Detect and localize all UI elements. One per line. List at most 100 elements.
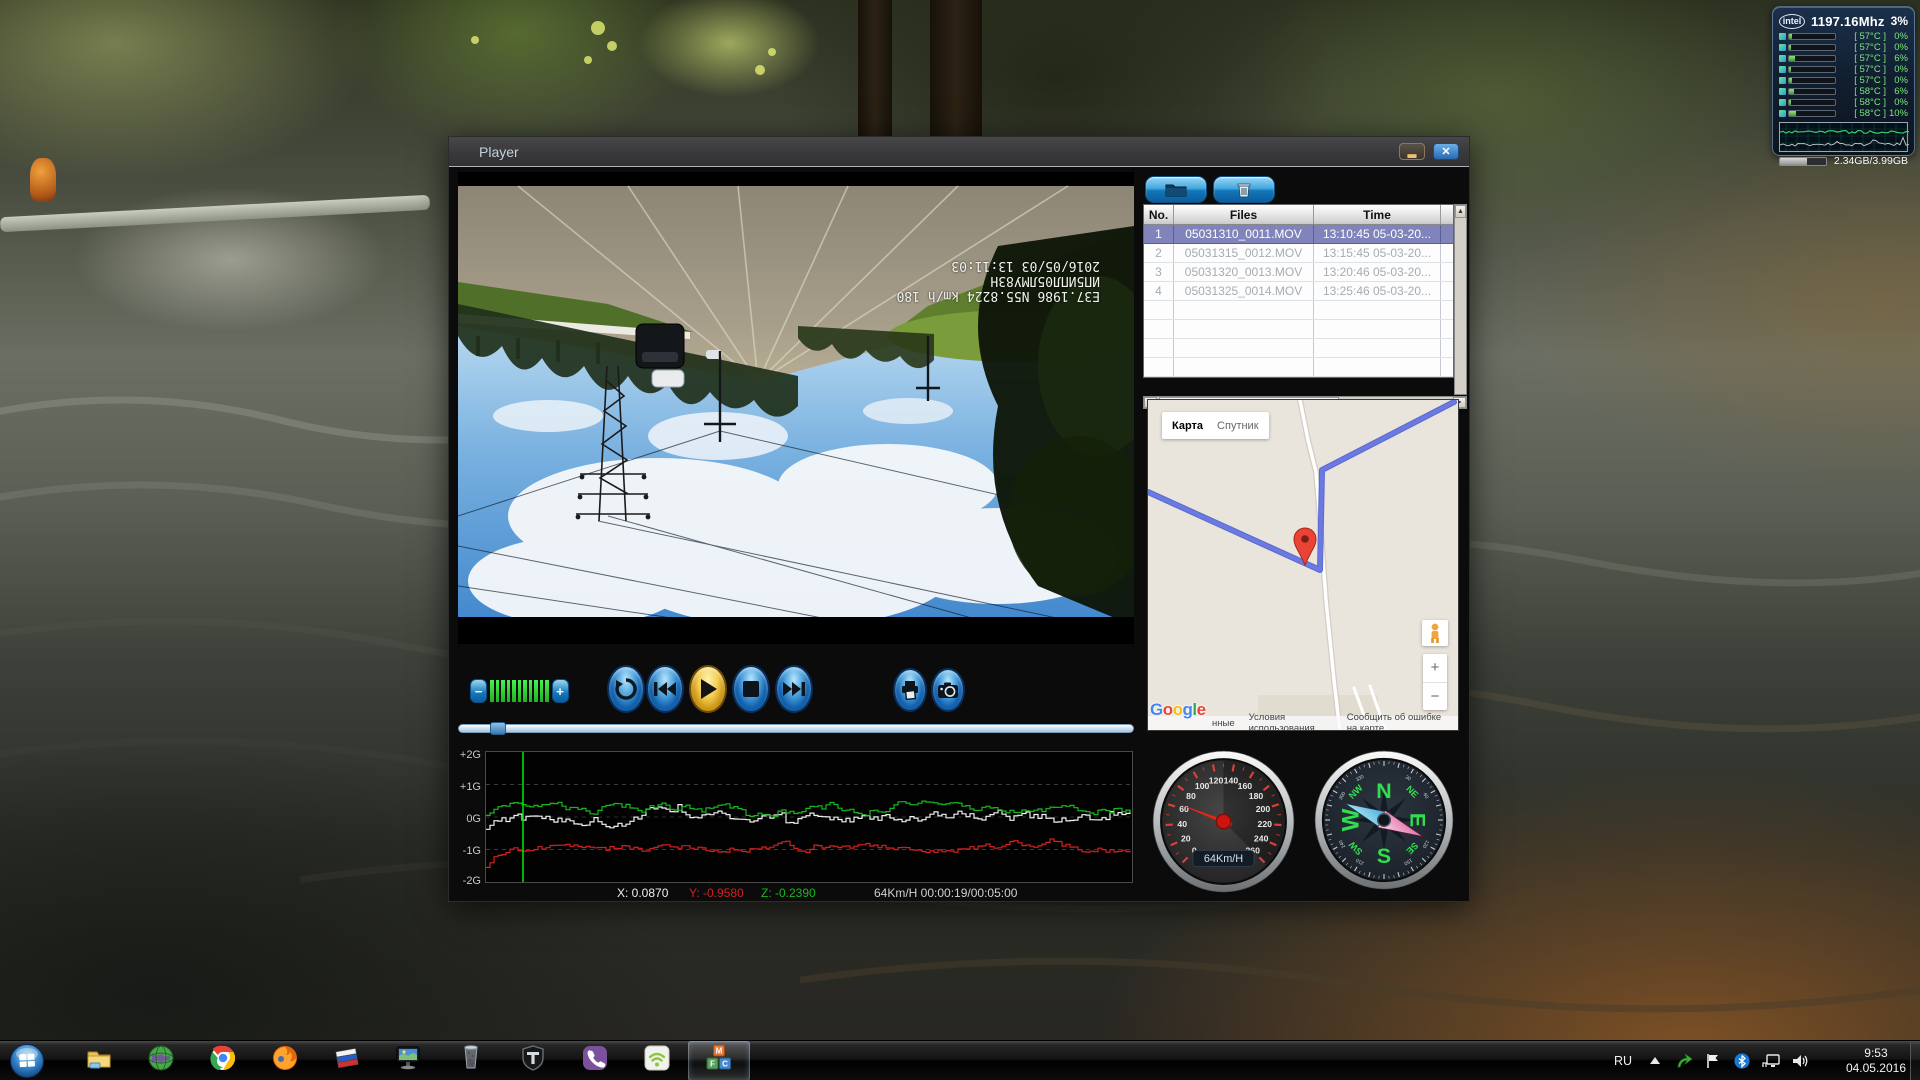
tray-network-icon[interactable]	[1761, 1051, 1781, 1071]
tray-action-flag-icon[interactable]	[1703, 1051, 1723, 1071]
seek-bar[interactable]	[458, 724, 1134, 733]
minimize-button[interactable]: ▂	[1399, 143, 1425, 160]
taskbar-app-glass[interactable]	[440, 1041, 502, 1080]
taskbar-app-display[interactable]	[378, 1041, 440, 1080]
file-row[interactable]: 3 05031320_0013.MOV 13:20:46 05-03-20...	[1144, 263, 1453, 282]
core-indicator-icon	[1779, 66, 1786, 73]
taskbar-app-wifi[interactable]	[626, 1041, 688, 1080]
file-row[interactable]: 4 05031325_0014.MOV 13:25:46 05-03-20...	[1144, 282, 1453, 301]
svg-text:100: 100	[1195, 781, 1210, 791]
tray-bluetooth-icon[interactable]	[1732, 1051, 1752, 1071]
core-load: 0%	[1886, 42, 1908, 53]
map-layer-satellite[interactable]: Спутник	[1217, 420, 1258, 432]
taskbar-app-firefox[interactable]	[254, 1041, 316, 1080]
g-axis-label: +2G	[455, 749, 481, 761]
language-indicator[interactable]: RU	[1610, 1052, 1636, 1070]
taskbar-app-viber[interactable]	[564, 1041, 626, 1080]
taskbar-app-chrome[interactable]	[192, 1041, 254, 1080]
file-row[interactable]: 2 05031315_0012.MOV 13:15:45 05-03-20...	[1144, 244, 1453, 263]
zoom-out-button[interactable]: −	[1423, 683, 1447, 711]
play-button[interactable]	[689, 665, 727, 713]
zoom-in-button[interactable]: +	[1423, 654, 1447, 683]
svg-text:M: M	[716, 1047, 723, 1056]
cpu-core-row: [ 57°C ] 6%	[1779, 53, 1908, 63]
taskbar: MFC RU 9:53 04.05.2016	[0, 1040, 1920, 1080]
svg-text:F: F	[710, 1060, 715, 1069]
taskbar-app-globe[interactable]	[130, 1041, 192, 1080]
tray-download-manager-icon[interactable]	[1674, 1051, 1694, 1071]
map-layer-switcher[interactable]: Карта Спутник	[1162, 412, 1269, 439]
core-load: 6%	[1886, 86, 1908, 97]
cpu-core-row: [ 58°C ] 10%	[1779, 108, 1908, 118]
previous-button[interactable]	[646, 665, 684, 713]
video-viewport[interactable]: E37.1986 N55.8224 km/h 180 ИП5ИПЛ05ЛМУ83…	[458, 172, 1134, 644]
report-error-link[interactable]: Сообщить об ошибке на карте	[1347, 712, 1454, 731]
taskbar-app-flag-ru[interactable]	[316, 1041, 378, 1080]
terms-link[interactable]: Условия использования	[1249, 712, 1333, 731]
file-time: 13:10:45 05-03-20...	[1314, 225, 1441, 243]
file-name: 05031315_0012.MOV	[1174, 244, 1314, 262]
file-row[interactable]: 1 05031310_0011.MOV 13:10:45 05-03-20...	[1144, 225, 1453, 244]
next-button[interactable]	[775, 665, 813, 713]
map-panel[interactable]: Карта Спутник + − Google нные Условия ис…	[1147, 399, 1459, 731]
snapshot-button[interactable]	[931, 668, 965, 712]
seek-handle[interactable]	[490, 722, 506, 735]
svg-text:C: C	[722, 1060, 728, 1069]
cpu-monitor-gadget[interactable]: intel 1197.16Mhz 3% [ 57°C ] 0% [ 57°C ]…	[1772, 6, 1915, 156]
fmc-icon: MFC	[704, 1043, 734, 1078]
cpu-core-row: [ 58°C ] 0%	[1779, 97, 1908, 107]
svg-text:180: 180	[1249, 791, 1264, 801]
display-icon	[394, 1043, 424, 1078]
taskbar-app-fmc[interactable]: MFC	[688, 1041, 750, 1080]
file-no: 2	[1144, 244, 1174, 262]
viber-icon	[580, 1043, 610, 1078]
wallpaper-statue	[30, 158, 56, 202]
empty-file-row	[1144, 301, 1453, 320]
close-button[interactable]: ✕	[1433, 143, 1459, 160]
core-load: 0%	[1886, 64, 1908, 75]
header-time: Time	[1314, 205, 1441, 224]
taskbar-app-explorer[interactable]	[68, 1041, 130, 1080]
print-button[interactable]	[893, 668, 927, 712]
svg-text:40: 40	[1177, 819, 1187, 829]
show-desktop-button[interactable]	[1910, 1041, 1920, 1080]
taskbar-clock[interactable]: 9:53 04.05.2016	[1846, 1041, 1906, 1080]
desktop: intel 1197.16Mhz 3% [ 57°C ] 0% [ 57°C ]…	[0, 0, 1920, 1080]
map-zoom-control: + −	[1423, 654, 1447, 710]
open-file-button[interactable]	[1145, 176, 1207, 203]
delete-file-button[interactable]	[1213, 176, 1275, 203]
tray-volume-icon[interactable]	[1790, 1051, 1810, 1071]
start-button[interactable]	[0, 1041, 54, 1080]
file-no: 4	[1144, 282, 1174, 300]
volume-down-button[interactable]: −	[470, 679, 487, 703]
svg-text:60: 60	[1179, 804, 1189, 814]
file-time: 13:20:46 05-03-20...	[1314, 263, 1441, 281]
title-bar[interactable]: Player ▂ ✕	[449, 137, 1469, 167]
svg-text:S: S	[1377, 844, 1391, 868]
intel-logo-icon: intel	[1779, 14, 1805, 29]
svg-text:160: 160	[1238, 781, 1253, 791]
volume-up-button[interactable]: +	[552, 679, 569, 703]
pegman-icon	[1428, 623, 1442, 643]
taskbar-app-wot[interactable]	[502, 1041, 564, 1080]
folder-icon	[1164, 181, 1188, 198]
cpu-core-row: [ 57°C ] 0%	[1779, 42, 1908, 52]
core-temp: [ 58°C ]	[1836, 108, 1886, 119]
cpu-core-row: [ 57°C ] 0%	[1779, 75, 1908, 85]
scroll-up-arrow[interactable]: ▲	[1455, 205, 1466, 218]
windows-start-icon	[9, 1043, 45, 1079]
svg-text:80: 80	[1186, 791, 1196, 801]
core-load: 6%	[1886, 53, 1908, 64]
map-layer-map[interactable]: Карта	[1172, 420, 1203, 432]
repeat-button[interactable]	[607, 665, 645, 713]
previous-icon	[653, 680, 677, 698]
file-time: 13:25:46 05-03-20...	[1314, 282, 1441, 300]
core-temp: [ 58°C ]	[1836, 97, 1886, 108]
stop-button[interactable]	[732, 665, 770, 713]
google-logo[interactable]: Google	[1150, 700, 1206, 720]
pegman-control[interactable]	[1422, 620, 1448, 646]
tray-hidden-icons-icon[interactable]	[1645, 1051, 1665, 1071]
file-table-vertical-scrollbar[interactable]: ▲	[1454, 204, 1467, 395]
file-name: 05031310_0011.MOV	[1174, 225, 1314, 243]
core-temp: [ 57°C ]	[1836, 75, 1886, 86]
